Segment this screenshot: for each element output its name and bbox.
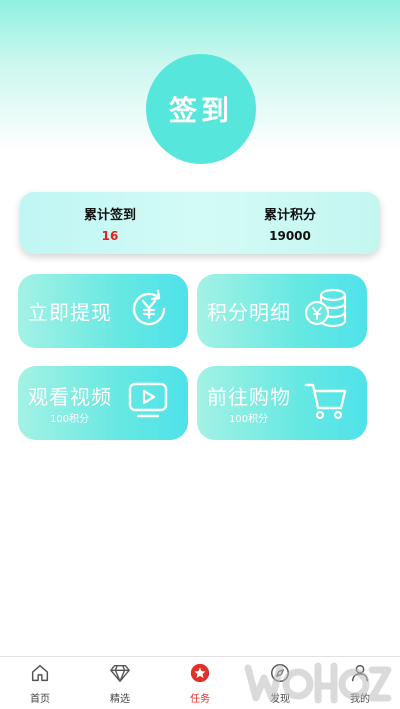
shopping-cart-icon [303, 380, 349, 426]
diamond-icon [109, 662, 131, 688]
nav-label-tasks: 任务 [190, 693, 210, 705]
nav-item-tasks[interactable]: 任务 [160, 657, 240, 709]
total-points-label: 累计积分 [263, 207, 316, 223]
total-points-stat: 累计积分 19000 [200, 192, 380, 254]
bottom-nav: 首页 精选 任务 发现 我的 [0, 656, 400, 709]
points-detail-tile[interactable]: 积分明细 [197, 274, 367, 348]
nav-label-discover: 发现 [270, 693, 290, 705]
yuan-refresh-icon [128, 288, 170, 334]
total-signin-stat: 累计签到 16 [20, 192, 200, 254]
total-points-value: 19000 [269, 228, 311, 243]
watch-video-reward: 100积分 [50, 414, 90, 425]
points-detail-title: 积分明细 [207, 300, 291, 325]
total-signin-label: 累计签到 [83, 207, 136, 223]
watch-video-tile[interactable]: 观看视频 100积分 [18, 366, 188, 440]
total-signin-value: 16 [101, 228, 119, 243]
nav-label-mine: 我的 [350, 693, 370, 705]
home-icon [29, 662, 51, 688]
user-icon [349, 662, 371, 688]
withdraw-tile[interactable]: 立即提现 [18, 274, 188, 348]
nav-item-home[interactable]: 首页 [0, 657, 80, 709]
nav-item-featured[interactable]: 精选 [80, 657, 160, 709]
withdraw-title: 立即提现 [28, 300, 112, 325]
watch-video-title: 观看视频 [28, 385, 112, 409]
nav-item-discover[interactable]: 发现 [240, 657, 320, 709]
nav-label-home: 首页 [30, 693, 50, 705]
coin-stack-icon [303, 287, 349, 335]
go-shopping-reward: 100积分 [229, 414, 269, 425]
stats-card: 累计签到 16 累计积分 19000 [20, 192, 380, 254]
go-shopping-tile[interactable]: 前往购物 100积分 [197, 366, 367, 440]
nav-item-mine[interactable]: 我的 [320, 657, 400, 709]
signin-label: 签到 [168, 94, 233, 127]
compass-icon [269, 662, 291, 688]
nav-label-featured: 精选 [110, 693, 130, 705]
go-shopping-title: 前往购物 [207, 385, 291, 409]
star-badge-icon [189, 662, 211, 688]
video-play-icon [126, 381, 170, 425]
signin-button[interactable]: 签到 [146, 54, 256, 164]
